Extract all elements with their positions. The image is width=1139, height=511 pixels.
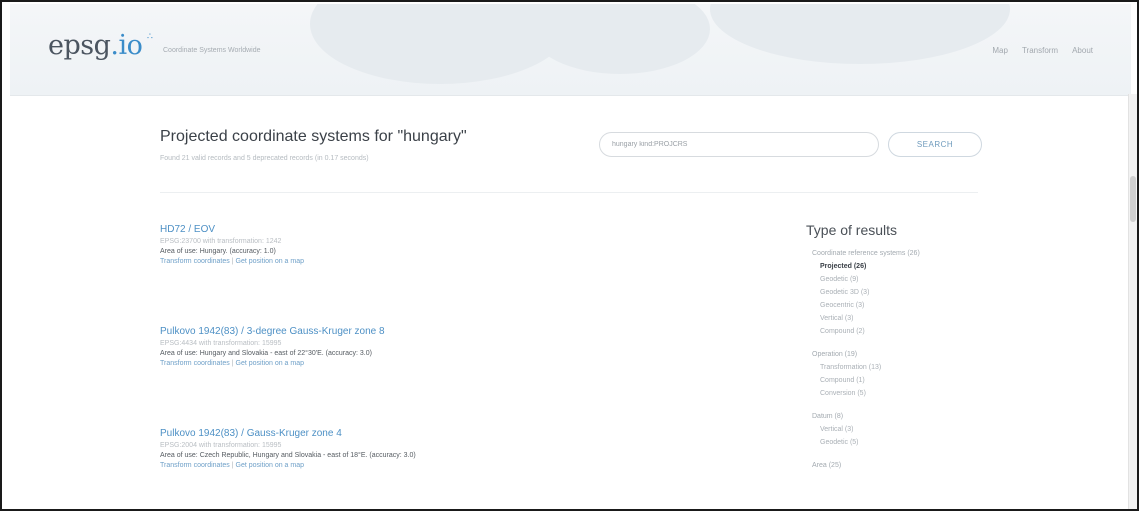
link-separator: | — [231, 462, 234, 469]
nav-transform[interactable]: Transform — [1022, 46, 1058, 55]
logo-accent: .io — [110, 30, 143, 61]
facet-group-datum: Datum (8) Vertical (3) Geodetic (5) — [806, 413, 986, 449]
facet-item[interactable]: Conversion (5) — [820, 387, 986, 400]
facet-item[interactable]: Vertical (3) — [820, 312, 986, 325]
transform-coordinates-link[interactable]: Transform coordinates — [160, 258, 230, 265]
result-links: Transform coordinates | Get position on … — [160, 462, 720, 469]
site-tagline: Coordinate Systems Worldwide — [163, 47, 261, 54]
result-title-link[interactable]: Pulkovo 1942(83) / Gauss-Kruger zone 4 — [160, 428, 720, 439]
result-links: Transform coordinates | Get position on … — [160, 258, 720, 265]
result-type-facets: Type of results Coordinate reference sys… — [806, 222, 986, 482]
facet-item[interactable]: Compound (2) — [820, 325, 986, 338]
section-divider — [160, 192, 978, 193]
nav-map[interactable]: Map — [992, 46, 1008, 55]
search-input[interactable] — [599, 132, 879, 157]
facet-item[interactable]: Vertical (3) — [820, 423, 986, 436]
map-position-link[interactable]: Get position on a map — [236, 462, 305, 469]
transform-coordinates-link[interactable]: Transform coordinates — [160, 462, 230, 469]
world-map-background — [310, 4, 570, 84]
result-links: Transform coordinates | Get position on … — [160, 360, 720, 367]
facet-item[interactable]: Compound (1) — [820, 374, 986, 387]
result-meta: EPSG:2004 with transformation: 15995 — [160, 442, 282, 449]
facets-title: Type of results — [806, 222, 898, 238]
facet-item[interactable]: Projected (26) — [820, 260, 986, 273]
site-header: epsg.io ∴ Coordinate Systems Worldwide M… — [10, 4, 1131, 96]
result-item: Pulkovo 1942(83) / 3-degree Gauss-Kruger… — [160, 326, 720, 367]
main-nav: Map Transform About — [992, 46, 1093, 55]
page-scrollbar[interactable] — [1128, 94, 1137, 509]
facet-item[interactable]: Geodetic (9) — [820, 273, 986, 286]
facet-group-operation: Operation (19) Transformation (13) Compo… — [806, 351, 986, 400]
facet-item[interactable]: Geodetic 3D (3) — [820, 286, 986, 299]
result-title-link[interactable]: Pulkovo 1942(83) / 3-degree Gauss-Kruger… — [160, 326, 720, 337]
browser-frame: epsg.io ∴ Coordinate Systems Worldwide M… — [0, 0, 1139, 511]
result-meta: EPSG:23700 with transformation: 1242 — [160, 238, 282, 245]
result-meta: EPSG:4434 with transformation: 15995 — [160, 340, 282, 347]
result-area: Area of use: Hungary and Slovakia - east… — [160, 350, 372, 357]
facet-head[interactable]: Operation (19) — [812, 351, 986, 358]
facet-group-crs: Coordinate reference systems (26) Projec… — [806, 250, 986, 338]
facet-head[interactable]: Datum (8) — [812, 413, 986, 420]
facet-item[interactable]: Transformation (13) — [820, 361, 986, 374]
page-title: Projected coordinate systems for "hungar… — [160, 128, 467, 145]
result-area: Area of use: Hungary. (accuracy: 1.0) — [160, 248, 276, 255]
logo-main: epsg — [48, 30, 111, 61]
result-item: Pulkovo 1942(83) / Gauss-Kruger zone 4 E… — [160, 428, 720, 469]
result-item: HD72 / EOV EPSG:23700 with transformatio… — [160, 224, 720, 265]
map-position-link[interactable]: Get position on a map — [236, 258, 305, 265]
facet-head[interactable]: Area (25) — [812, 462, 986, 469]
world-map-background — [530, 4, 710, 74]
nav-about[interactable]: About — [1072, 46, 1093, 55]
search-stats: Found 21 valid records and 5 deprecated … — [160, 155, 369, 162]
result-area: Area of use: Czech Republic, Hungary and… — [160, 452, 416, 459]
transform-coordinates-link[interactable]: Transform coordinates — [160, 360, 230, 367]
site-logo[interactable]: epsg.io — [48, 30, 143, 61]
scrollbar-thumb[interactable] — [1130, 176, 1136, 222]
world-map-background — [710, 4, 1010, 64]
logo-dots-icon: ∴ — [147, 31, 154, 41]
link-separator: | — [231, 258, 234, 265]
facet-item[interactable]: Geocentric (3) — [820, 299, 986, 312]
link-separator: | — [231, 360, 234, 367]
result-title-link[interactable]: HD72 / EOV — [160, 224, 720, 235]
facet-item[interactable]: Geodetic (5) — [820, 436, 986, 449]
search-button[interactable]: SEARCH — [888, 132, 982, 157]
map-position-link[interactable]: Get position on a map — [236, 360, 305, 367]
facet-head[interactable]: Coordinate reference systems (26) — [812, 250, 986, 257]
facet-group-area: Area (25) — [806, 462, 986, 469]
